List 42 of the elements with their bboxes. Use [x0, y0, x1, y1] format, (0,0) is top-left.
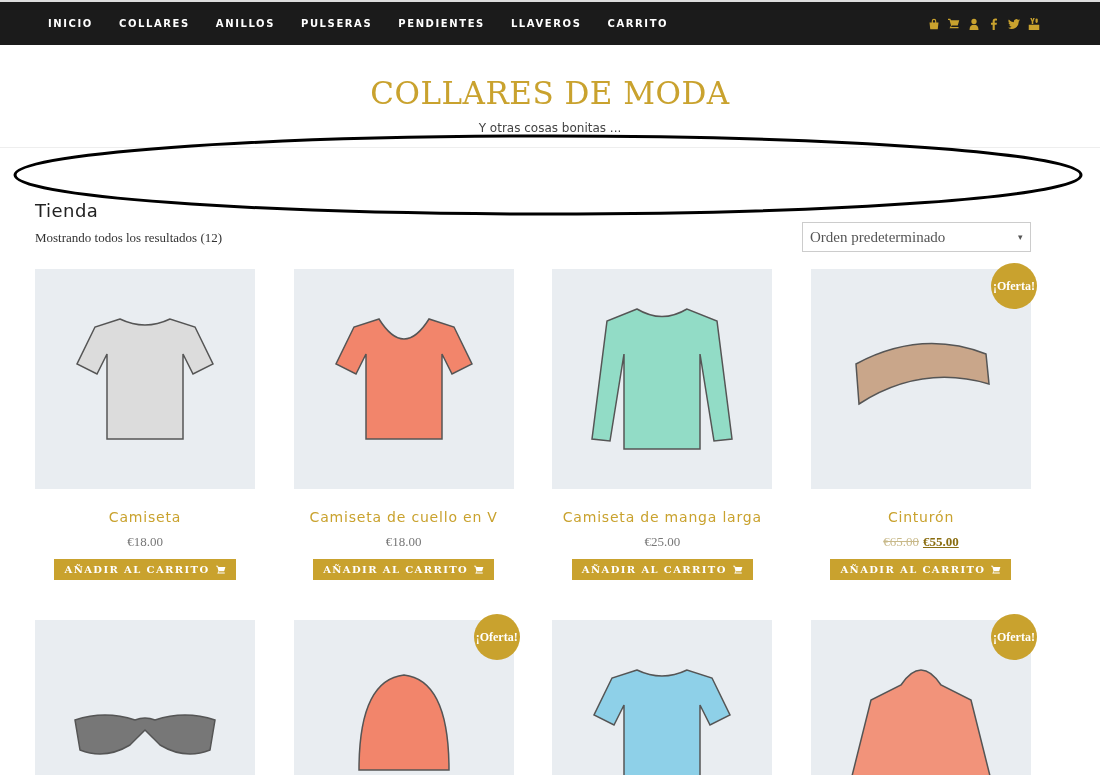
product-name[interactable]: Camiseta de manga larga [562, 509, 762, 525]
shopping-bag-icon[interactable] [928, 17, 940, 30]
product-image[interactable] [293, 269, 514, 489]
product-image[interactable] [552, 269, 773, 489]
add-to-cart-button[interactable]: AÑADIR AL CARRITO [313, 559, 495, 580]
original-price: €65.00 [883, 534, 919, 550]
twitter-icon[interactable] [1008, 17, 1020, 30]
site-title[interactable]: COLLARES DE MODA [0, 75, 1100, 111]
product-price: €25.00 [644, 534, 681, 550]
cart-icon [991, 564, 1002, 575]
add-to-cart-button[interactable]: AÑADIR AL CARRITO [54, 559, 236, 580]
sale-badge: ¡Oferta! [473, 614, 520, 660]
nav-link[interactable]: PENDIENTES [398, 18, 485, 29]
product-name[interactable]: Camiseta de cuello en V [309, 509, 498, 525]
nav-link[interactable]: LLAVEROS [510, 18, 582, 29]
add-to-cart-button[interactable]: AÑADIR AL CARRITO [571, 559, 753, 580]
cart-icon [215, 564, 226, 575]
product-price: €55.00 [922, 534, 959, 550]
page-heading: Tienda [35, 200, 100, 221]
nav-link[interactable]: INICIO [48, 18, 93, 29]
product-price: €18.00 [385, 534, 422, 550]
result-count: Mostrando todos los resultados (12) [35, 230, 223, 246]
nav-link[interactable]: ANILLOS [215, 18, 275, 29]
cart-icon [732, 564, 743, 575]
nav-link[interactable]: PULSERAS [300, 18, 373, 29]
product-price: €18.00 [127, 534, 163, 550]
cart-icon[interactable] [948, 17, 960, 30]
youtube-icon[interactable] [1028, 17, 1040, 30]
site-tagline: Y otras cosas bonitas ... [477, 121, 623, 135]
product-image[interactable] [35, 620, 255, 775]
sort-dropdown[interactable]: Orden predeterminado ▾ [802, 222, 1031, 252]
add-to-cart-button[interactable]: AÑADIR AL CARRITO [830, 559, 1012, 580]
sale-badge: ¡Oferta! [990, 614, 1037, 660]
sale-badge: ¡Oferta! [990, 263, 1037, 309]
user-icon[interactable] [968, 17, 980, 30]
nav-link[interactable]: CARRITO [607, 18, 669, 29]
product-image[interactable] [552, 620, 773, 775]
product-name[interactable]: Cinturón [887, 509, 955, 525]
product-name[interactable]: Camiseta [108, 509, 182, 525]
nav-link[interactable]: COLLARES [119, 18, 190, 29]
facebook-icon[interactable] [988, 17, 1000, 30]
cart-icon [474, 564, 485, 575]
